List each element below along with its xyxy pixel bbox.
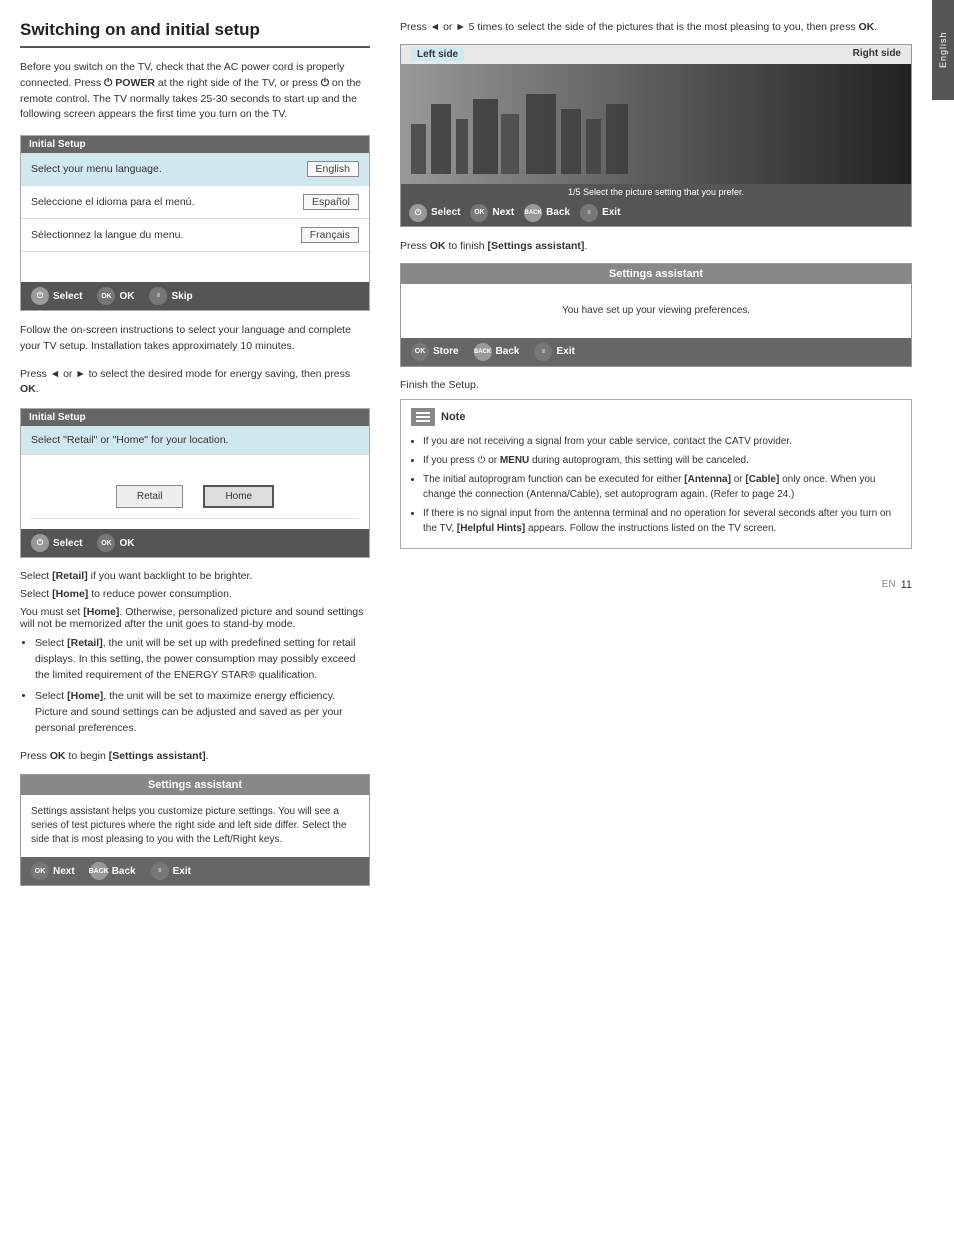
settings-assistant-footer-2: OK Store BACK Back ≡ Exit [401,338,911,366]
finish-text: Finish the Setup. [400,379,912,391]
next-icon-pic: OK [470,204,488,222]
ok-icon-1: OK [97,287,115,305]
picture-caption: 1/5 Select the picture setting that you … [401,184,911,200]
exit-icon-2: ≡ [534,343,552,361]
menu-icon-1: ≡ [149,287,167,305]
retail-home-row: Select "Retail" or "Home" for your locat… [21,426,369,455]
store-button[interactable]: OK Store [411,343,459,361]
select-icon-1: ⏻ [31,287,49,305]
next-button-1[interactable]: OK Next [31,862,75,880]
exit-button-1[interactable]: ≡ Exit [151,862,191,880]
settings-assistant-body-1: Settings assistant helps you customize p… [21,795,369,857]
ok-button-1[interactable]: OK OK [97,287,134,305]
home-button[interactable]: Home [203,485,274,508]
picture-right-label: Right side [853,48,901,61]
left-column: Switching on and initial setup Before yo… [20,20,390,1215]
back-icon-2: BACK [474,343,492,361]
press-energy-text: Press ◄ or ► to select the desired mode … [20,367,370,399]
press-ok-finish: Press OK to finish [Settings assistant]. [400,239,912,255]
note-header: Note [411,408,901,426]
select-icon-pic: ⏻ [409,204,427,222]
select-button-2[interactable]: ⏻ Select [31,534,82,552]
en-label: EN [882,579,896,590]
retail-bullet: Select [Retail], the unit will be set up… [35,636,370,683]
note-item-3: The initial autoprogram function can be … [423,472,901,502]
select-button-pic[interactable]: ⏻ Select [409,204,460,222]
settings-assistant-footer-1: OK Next BACK Back ≡ Exit [21,857,369,885]
right-column: Press ◄ or ► 5 times to select the side … [390,20,912,1215]
settings-assistant-header-1: Settings assistant [21,775,369,795]
settings-assistant-box-1: Settings assistant Settings assistant he… [20,774,370,886]
settings-assistant-header-2: Settings assistant [401,264,911,284]
back-icon-pic: BACK [524,204,542,222]
retail-home-buttons: Retail Home [31,475,359,519]
back-button-2[interactable]: BACK Back [474,343,520,361]
picture-svg [401,64,911,184]
setup-box-body-2: Select "Retail" or "Home" for your locat… [21,426,369,529]
follow-text: Follow the on-screen instructions to sel… [20,323,370,355]
select-icon-2: ⏻ [31,534,49,552]
skip-button-1[interactable]: ≡ Skip [149,287,192,305]
exit-button-2[interactable]: ≡ Exit [534,343,574,361]
picture-image-area [401,64,911,184]
picture-controls: ⏻ Select OK Next BACK Back ≡ Exit [401,200,911,226]
picture-left-label: Left side [411,48,464,61]
next-icon-1: OK [31,862,49,880]
note-item-1: If you are not receiving a signal from y… [423,434,901,449]
side-tab-english: English [932,0,954,100]
home-bullet: Select [Home], the unit will be set to m… [35,689,370,736]
next-button-pic[interactable]: OK Next [470,204,514,222]
note-list: If you are not receiving a signal from y… [411,434,901,536]
select-button-1[interactable]: ⏻ Select [31,287,82,305]
note-item-2: If you press ⏻ or MENU during autoprogra… [423,453,901,468]
back-button-1[interactable]: BACK Back [90,862,136,880]
retail-button[interactable]: Retail [116,485,184,508]
settings-assistant-body-2: You have set up your viewing preferences… [401,284,911,338]
ok-icon-2: OK [97,534,115,552]
page-number: 11 [901,579,912,591]
setup-box-header-2: Initial Setup [21,409,369,426]
settings-assistant-box-2: Settings assistant You have set up your … [400,263,912,367]
note-icon [411,408,435,426]
setup-footer-2: ⏻ Select OK OK [21,529,369,557]
setup-footer-1: ⏻ Select OK OK ≡ Skip [21,282,369,310]
back-icon-1: BACK [90,862,108,880]
note-title: Note [441,411,465,423]
back-button-pic[interactable]: BACK Back [524,204,570,222]
store-icon: OK [411,343,429,361]
must-set-text: You must set [Home]. Otherwise, personal… [20,606,370,630]
retail-home-select-area: Retail Home [21,455,369,529]
setup-box-header-1: Initial Setup [21,136,369,153]
picture-header: Left side Right side [401,45,911,64]
press-settings-begin: Press OK to begin [Settings assistant]. [20,749,370,765]
select-home-text: Select [Home] to reduce power consumptio… [20,588,370,600]
mode-bullet-list: Select [Retail], the unit will be set up… [20,636,370,737]
picture-comparison-box: Left side Right side [400,44,912,227]
note-box: Note If you are not receiving a signal f… [400,399,912,549]
initial-setup-box-1: Initial Setup Select your menu language.… [20,135,370,311]
page-number-area: EN 11 [400,569,912,591]
language-item-english[interactable]: Select your menu language. English [21,153,369,186]
select-retail-text: Select [Retail] if you want backlight to… [20,570,370,582]
exit-icon-pic: ≡ [580,204,598,222]
language-item-spanish[interactable]: Seleccione el idioma para el menú. Españ… [21,186,369,219]
initial-setup-box-2: Initial Setup Select "Retail" or "Home" … [20,408,370,558]
page-title: Switching on and initial setup [20,20,370,48]
note-item-4: If there is no signal input from the ant… [423,506,901,536]
exit-icon-1: ≡ [151,862,169,880]
exit-button-pic[interactable]: ≡ Exit [580,204,620,222]
ok-button-2[interactable]: OK OK [97,534,134,552]
language-item-french[interactable]: Sélectionnez la langue du menu. Français [21,219,369,252]
press-pictures-text: Press ◄ or ► 5 times to select the side … [400,20,912,36]
setup-box-body-1: Select your menu language. English Selec… [21,153,369,282]
intro-paragraph: Before you switch on the TV, check that … [20,60,370,123]
